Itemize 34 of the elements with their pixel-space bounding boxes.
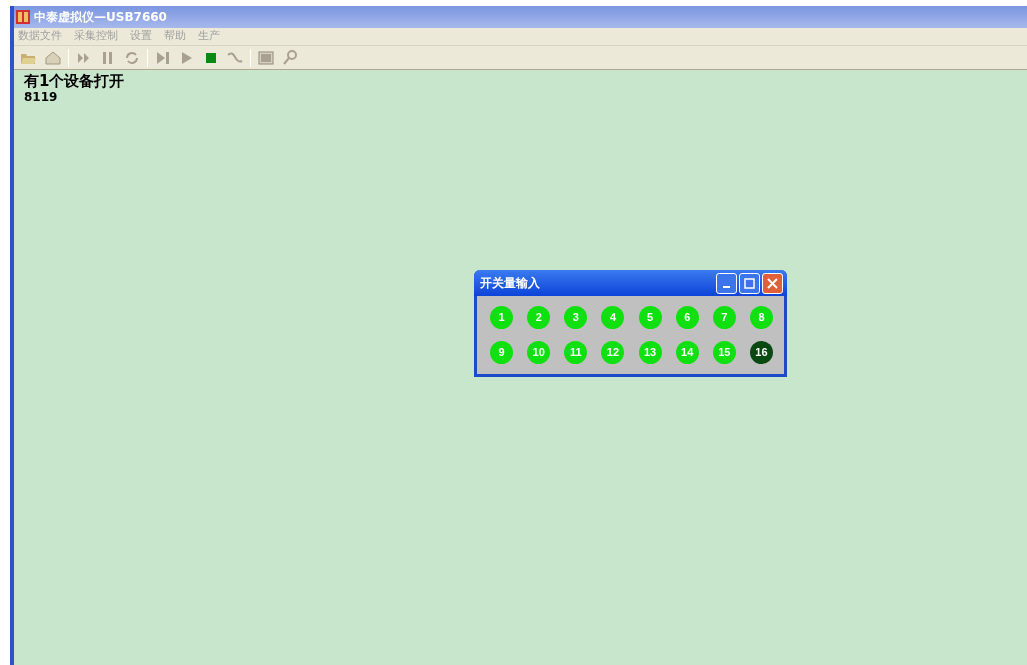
indicator-light: 2	[527, 306, 551, 329]
app-icon	[16, 10, 30, 24]
window-title: 中泰虚拟仪—USB7660	[34, 9, 167, 26]
indicator-light: 1	[490, 306, 514, 329]
menu-item[interactable]: 帮助	[164, 28, 186, 45]
maximize-button[interactable]	[739, 272, 760, 294]
indicator-light: 6	[675, 306, 699, 329]
minimize-button[interactable]	[716, 272, 737, 294]
status-text: 有1个设备打开	[24, 72, 126, 90]
indicator-light: 7	[712, 306, 736, 329]
indicator-light: 15	[712, 341, 736, 364]
indicator-light: 14	[675, 341, 699, 364]
panel-icon[interactable]	[257, 48, 275, 67]
magnifier-icon[interactable]	[281, 48, 299, 67]
indicator-light: 16	[749, 341, 773, 364]
menu-item[interactable]: 采集控制	[74, 28, 118, 45]
indicator-light: 12	[601, 341, 625, 364]
menu-item[interactable]: 生产	[198, 28, 220, 45]
close-button[interactable]	[762, 272, 783, 294]
indicator-light: 9	[490, 341, 514, 364]
close-icon	[767, 277, 778, 289]
maximize-icon	[744, 277, 755, 289]
status-text: 8119	[24, 90, 59, 105]
indicator-light: 8	[749, 306, 773, 329]
indicator-light: 10	[527, 341, 551, 364]
indicator-light: 3	[564, 306, 588, 329]
menu-item[interactable]: 设置	[130, 28, 152, 45]
indicator-light: 13	[638, 341, 662, 364]
indicator-light: 4	[601, 306, 625, 329]
dialog-title: 开关量输入	[480, 275, 540, 292]
indicator-light: 11	[564, 341, 588, 364]
menu-item[interactable]: 数据文件	[18, 28, 62, 45]
indicator-light: 5	[638, 306, 662, 329]
minimize-icon	[723, 286, 730, 288]
